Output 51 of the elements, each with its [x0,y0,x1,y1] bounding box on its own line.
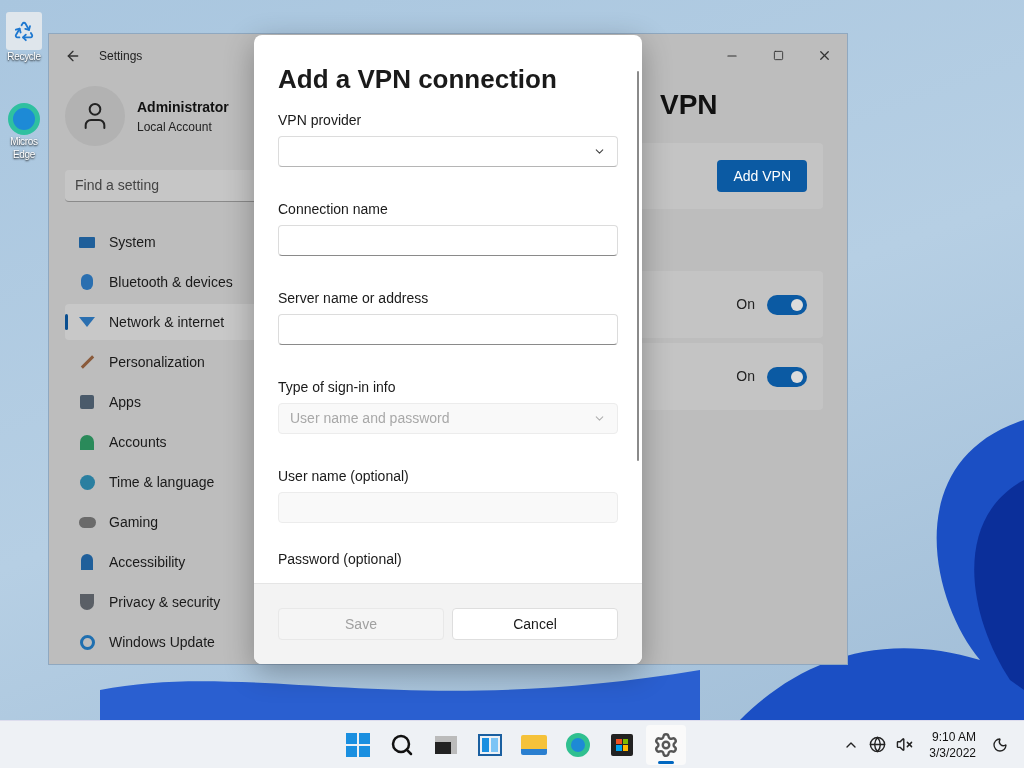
nav-item[interactable]: Windows Update [65,624,259,660]
search-icon [390,732,414,757]
selection-indicator [65,314,68,330]
toggle-switch[interactable] [767,366,807,387]
input-field[interactable] [278,314,618,345]
gear-icon [653,731,679,758]
dialog-title: Add a VPN connection [278,63,558,96]
field-label: Password (optional) [278,550,403,569]
store-bag-icon [611,733,633,756]
clock-time[interactable]: 9:10 AM [931,728,976,745]
scrollbar[interactable] [637,71,639,461]
nav-item[interactable]: Accessibility [65,544,259,580]
taskbar-app-button[interactable] [646,724,686,765]
monitor-icon [79,236,95,248]
nav-item[interactable]: Personalization [65,344,259,380]
dropdown[interactable] [278,136,618,167]
page-title: VPN [660,88,718,122]
task-view-icon [435,735,457,754]
nav-item[interactable]: Apps [65,384,259,420]
add-vpn-button[interactable]: Add VPN [717,160,807,192]
dialog-button[interactable]: Cancel [452,608,618,640]
active-indicator [658,760,674,764]
user-name: Administrator [137,97,229,117]
toggle-switch[interactable] [767,294,807,315]
shield-icon [80,594,94,610]
desktop-icon-label: Edge [12,148,36,161]
browser-shortcut-icon[interactable] [8,103,40,135]
window-title: Settings [99,47,143,65]
nav-item[interactable]: Accounts [65,424,259,460]
input-field[interactable] [278,225,618,256]
folder-icon [521,734,547,755]
apps-icon [80,395,94,409]
field-label: User name (optional) [278,467,410,486]
nav-item[interactable]: Bluetooth & devices [65,264,259,300]
widgets-icon [478,733,502,756]
network-globe-icon[interactable] [869,736,887,753]
nav-item[interactable]: Gaming [65,504,259,540]
desktop-icon-label: Recycle [7,50,41,63]
recycle-bin-icon[interactable] [6,12,42,50]
clock-date[interactable]: 3/3/2022 [929,744,976,761]
moon-icon[interactable] [992,736,1008,753]
windows-logo-icon [346,732,370,757]
field-label: VPN provider [278,111,363,130]
muted-speaker-icon[interactable] [896,736,914,753]
desktop-icon-label: Micros [10,135,38,148]
nav-item[interactable]: Privacy & security [65,584,259,620]
browser-icon [566,732,590,757]
nav-item[interactable]: Time & language [65,464,259,500]
field-label: Connection name [278,200,389,219]
account-type: Local Account [137,118,213,136]
nav-item[interactable]: System [65,224,259,260]
